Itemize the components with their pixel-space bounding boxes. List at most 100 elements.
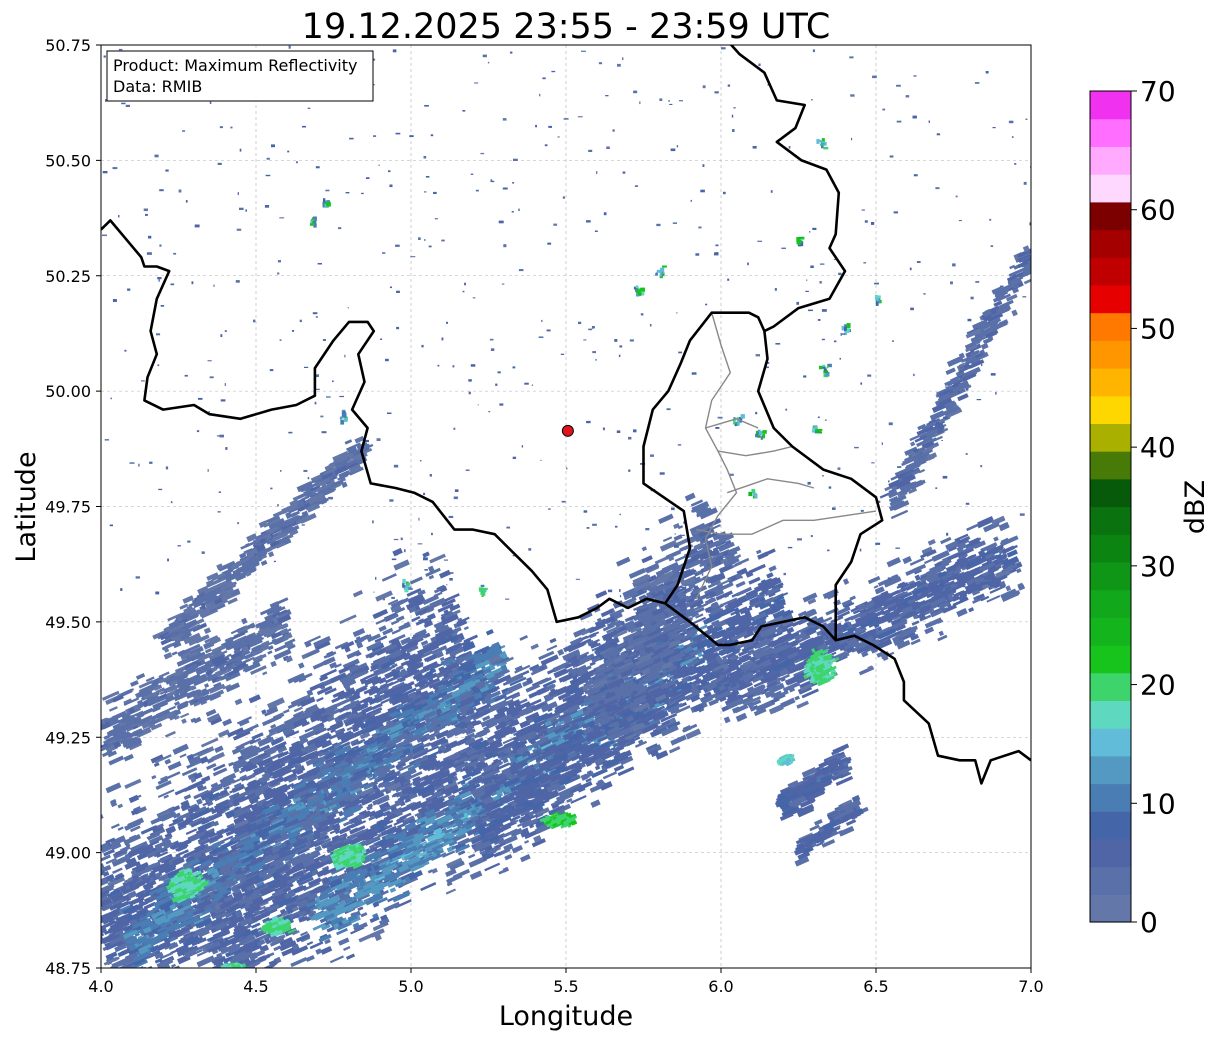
echo-cell [160, 979, 177, 988]
echo-cell [124, 979, 140, 990]
echo-cell [215, 990, 232, 999]
echo-cell [121, 997, 133, 1006]
echo-cell [89, 899, 98, 905]
chart-title: 19.12.2025 23:55 - 23:59 UTC [302, 7, 831, 47]
echo-cell [222, 981, 238, 992]
echo-cell [298, 971, 314, 981]
echo-cell [235, 1015, 247, 1024]
echo-cell [233, 969, 243, 975]
echo-cell [154, 975, 166, 982]
echo-cell [129, 981, 139, 988]
echo-cell [89, 814, 100, 822]
echo-cell [283, 1000, 298, 1010]
echo-cell [69, 826, 84, 834]
echo-cell [172, 977, 184, 984]
echo-cell [142, 985, 158, 995]
echo-cell [141, 990, 151, 997]
echo-cell [224, 1001, 231, 1008]
echo-cell [83, 894, 91, 899]
echo-cell [89, 876, 101, 884]
echo-cell [131, 997, 146, 1006]
echo-cell [134, 997, 147, 1004]
echo-cell [122, 976, 137, 984]
echo-cell [131, 973, 137, 977]
radar-chart: 19.12.2025 23:55 - 23:59 UTC 4.0 4.5 5.0 5.… [11, 7, 1211, 1035]
echo-cell [221, 992, 229, 999]
echo-cell [259, 967, 273, 968]
echo-cell [121, 971, 136, 981]
echo-cell [251, 967, 263, 968]
echo-cell [137, 998, 148, 1007]
echo-cell [79, 891, 94, 899]
echo-cell [220, 1001, 230, 1009]
echo-cell [234, 983, 240, 989]
echo-cell [119, 1005, 135, 1014]
echo-cell [224, 979, 237, 987]
echo-cell [156, 997, 166, 1004]
echo-cell [119, 972, 133, 980]
echo-cell [132, 976, 145, 984]
echo-cell [155, 999, 168, 1007]
echo-cell [232, 999, 242, 1005]
echo-cell [180, 970, 193, 979]
echo-cell [148, 972, 157, 978]
echo-cell [132, 981, 144, 988]
echo-cell [135, 986, 147, 995]
echo-cell [117, 977, 124, 982]
echo-cell [237, 1028, 246, 1035]
echo-cell [86, 868, 100, 878]
echo-cell [119, 969, 133, 978]
echo-cell [213, 970, 226, 978]
echo-cell [84, 896, 90, 903]
echo-cell [124, 969, 142, 980]
echo-cell [87, 873, 93, 879]
echo-cell [147, 1004, 154, 1010]
echo-cell [143, 974, 157, 983]
echo-cell [216, 977, 225, 984]
echo-cell [119, 996, 134, 1005]
echo-cell [93, 921, 99, 926]
echo-cell [82, 877, 90, 884]
echo-cell [216, 975, 226, 981]
echo-cell [224, 969, 237, 979]
echo-cell [87, 902, 100, 911]
echo-cell [84, 893, 96, 902]
echo-cell [143, 990, 153, 998]
echo-cell [127, 999, 132, 1003]
echo-cell [122, 980, 129, 985]
echo-cell [188, 978, 203, 989]
echo-cell [197, 983, 205, 990]
echo-cell [220, 970, 232, 979]
echo-cell [70, 865, 80, 872]
echo-cell [320, 969, 327, 976]
echo-cell [161, 972, 173, 980]
echo-cell [141, 982, 158, 991]
echo-cell [129, 978, 138, 984]
echo-cell [216, 972, 222, 978]
echo-cell [169, 996, 183, 1004]
echo-cell [281, 974, 288, 981]
echo-cell [129, 973, 142, 980]
echo-cell [146, 983, 156, 989]
echo-cell [229, 980, 244, 989]
echo-cell [136, 973, 150, 983]
echo-cell [125, 986, 132, 992]
echo-cell [146, 993, 152, 998]
echo-cell [267, 972, 278, 980]
echo-cell [126, 996, 131, 1000]
echo-cell [101, 895, 102, 905]
echo-cell [79, 881, 94, 891]
echo-cell [260, 997, 277, 1007]
echo-cell [124, 996, 136, 1003]
echo-cell [215, 967, 230, 968]
echo-cell [135, 992, 152, 1003]
echo-cell [115, 985, 128, 994]
echo-cell [146, 974, 162, 983]
echo-cell [275, 969, 282, 975]
echo-cell [174, 982, 191, 993]
echo-cell [118, 1001, 132, 1009]
echo-cell [119, 978, 125, 983]
echo-cell [221, 967, 239, 968]
echo-cell [236, 967, 246, 968]
echo-cell [219, 982, 233, 991]
